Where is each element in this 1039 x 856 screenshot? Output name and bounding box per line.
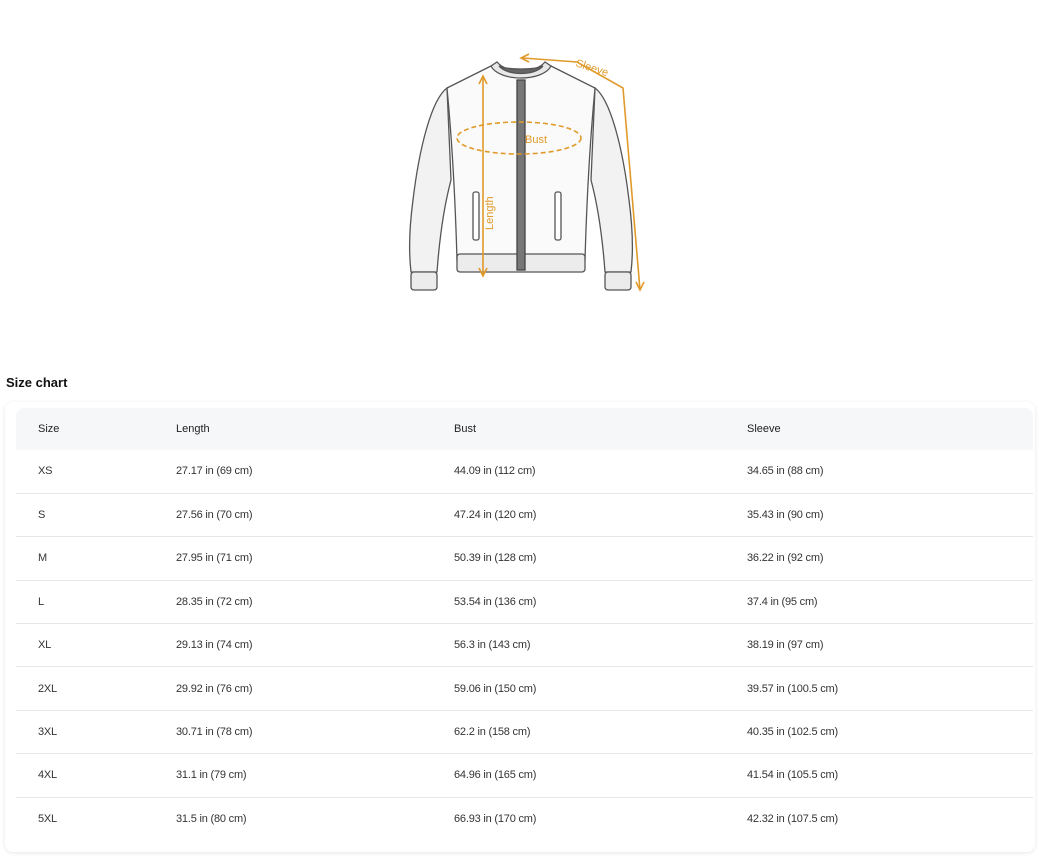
cell-length: 27.95 in (71 cm) — [154, 536, 432, 581]
bust-label: Bust — [525, 134, 547, 146]
cell-bust: 62.2 in (158 cm) — [432, 710, 725, 755]
cell-length: 27.56 in (70 cm) — [154, 493, 432, 538]
cell-sleeve: 42.32 in (107.5 cm) — [747, 813, 838, 826]
cell-bust: 47.24 in (120 cm) — [432, 493, 725, 538]
cell-length: 28.35 in (72 cm) — [154, 580, 432, 625]
cell-sleeve: 40.35 in (102.5 cm) — [725, 710, 1033, 755]
cell-length: 29.13 in (74 cm) — [154, 623, 432, 668]
table-row: 5XL 31.5 in (80 cm) 66.93 in (170 cm) 42… — [16, 797, 1033, 840]
cell-size: 3XL — [16, 710, 154, 755]
cell-sleeve: 36.22 in (92 cm) — [725, 536, 1033, 581]
header-sleeve: Sleeve — [725, 408, 1033, 450]
cell-sleeve: 38.19 in (97 cm) — [725, 623, 1033, 668]
cell-size: S — [16, 493, 154, 538]
table-row: 2XL 29.92 in (76 cm) 59.06 in (150 cm) 3… — [16, 666, 1033, 711]
jacket-measurement-illustration: Sleeve Bust Length — [409, 53, 645, 292]
cell-length: 31.5 in (80 cm) — [176, 813, 247, 826]
table-row: XS 27.17 in (69 cm) 44.09 in (112 cm) 34… — [16, 450, 1033, 494]
size-chart-table: Size Length Bust Sleeve XS 27.17 in (69 … — [16, 408, 1033, 841]
cell-sleeve: 37.4 in (95 cm) — [725, 580, 1033, 625]
cell-size: XS — [16, 450, 154, 494]
cell-sleeve: 35.43 in (90 cm) — [725, 493, 1033, 538]
cell-size: 2XL — [16, 666, 154, 711]
cell-sleeve: 39.57 in (100.5 cm) — [725, 666, 1033, 711]
cell-sleeve: 41.54 in (105.5 cm) — [725, 753, 1033, 798]
cell-bust: 44.09 in (112 cm) — [432, 450, 725, 494]
cell-size: L — [16, 580, 154, 625]
cell-bust: 53.54 in (136 cm) — [432, 580, 725, 625]
header-bust: Bust — [432, 408, 725, 450]
cell-bust: 50.39 in (128 cm) — [432, 536, 725, 581]
length-label: Length — [484, 196, 496, 230]
cell-bust: 56.3 in (143 cm) — [432, 623, 725, 668]
size-chart-title: Size chart — [6, 375, 68, 390]
table-row: 3XL 30.71 in (78 cm) 62.2 in (158 cm) 40… — [16, 710, 1033, 755]
size-chart-card: Size Length Bust Sleeve XS 27.17 in (69 … — [5, 402, 1035, 852]
cell-size: XL — [16, 623, 154, 668]
cell-length: 27.17 in (69 cm) — [154, 450, 432, 494]
table-row: XL 29.13 in (74 cm) 56.3 in (143 cm) 38.… — [16, 623, 1033, 668]
cell-size: M — [16, 536, 154, 581]
cell-sleeve: 34.65 in (88 cm) — [725, 450, 1033, 494]
table-row: M 27.95 in (71 cm) 50.39 in (128 cm) 36.… — [16, 536, 1033, 581]
table-row: L 28.35 in (72 cm) 53.54 in (136 cm) 37.… — [16, 580, 1033, 625]
header-size: Size — [16, 408, 154, 450]
cell-size: 5XL — [38, 813, 57, 826]
table-row: 4XL 31.1 in (79 cm) 64.96 in (165 cm) 41… — [16, 753, 1033, 798]
cell-size: 4XL — [16, 753, 154, 798]
cell-length: 29.92 in (76 cm) — [154, 666, 432, 711]
sleeve-label: Sleeve — [574, 57, 610, 79]
table-row: S 27.56 in (70 cm) 47.24 in (120 cm) 35.… — [16, 493, 1033, 538]
cell-bust: 59.06 in (150 cm) — [432, 666, 725, 711]
cell-length: 31.1 in (79 cm) — [154, 753, 432, 798]
cell-bust: 64.96 in (165 cm) — [432, 753, 725, 798]
cell-length: 30.71 in (78 cm) — [154, 710, 432, 755]
cell-bust: 66.93 in (170 cm) — [454, 813, 537, 826]
header-length: Length — [154, 408, 432, 450]
table-header-row: Size Length Bust Sleeve — [16, 408, 1033, 450]
size-guide-page: Sleeve Bust Length Size chart Size Lengt… — [0, 0, 1039, 856]
